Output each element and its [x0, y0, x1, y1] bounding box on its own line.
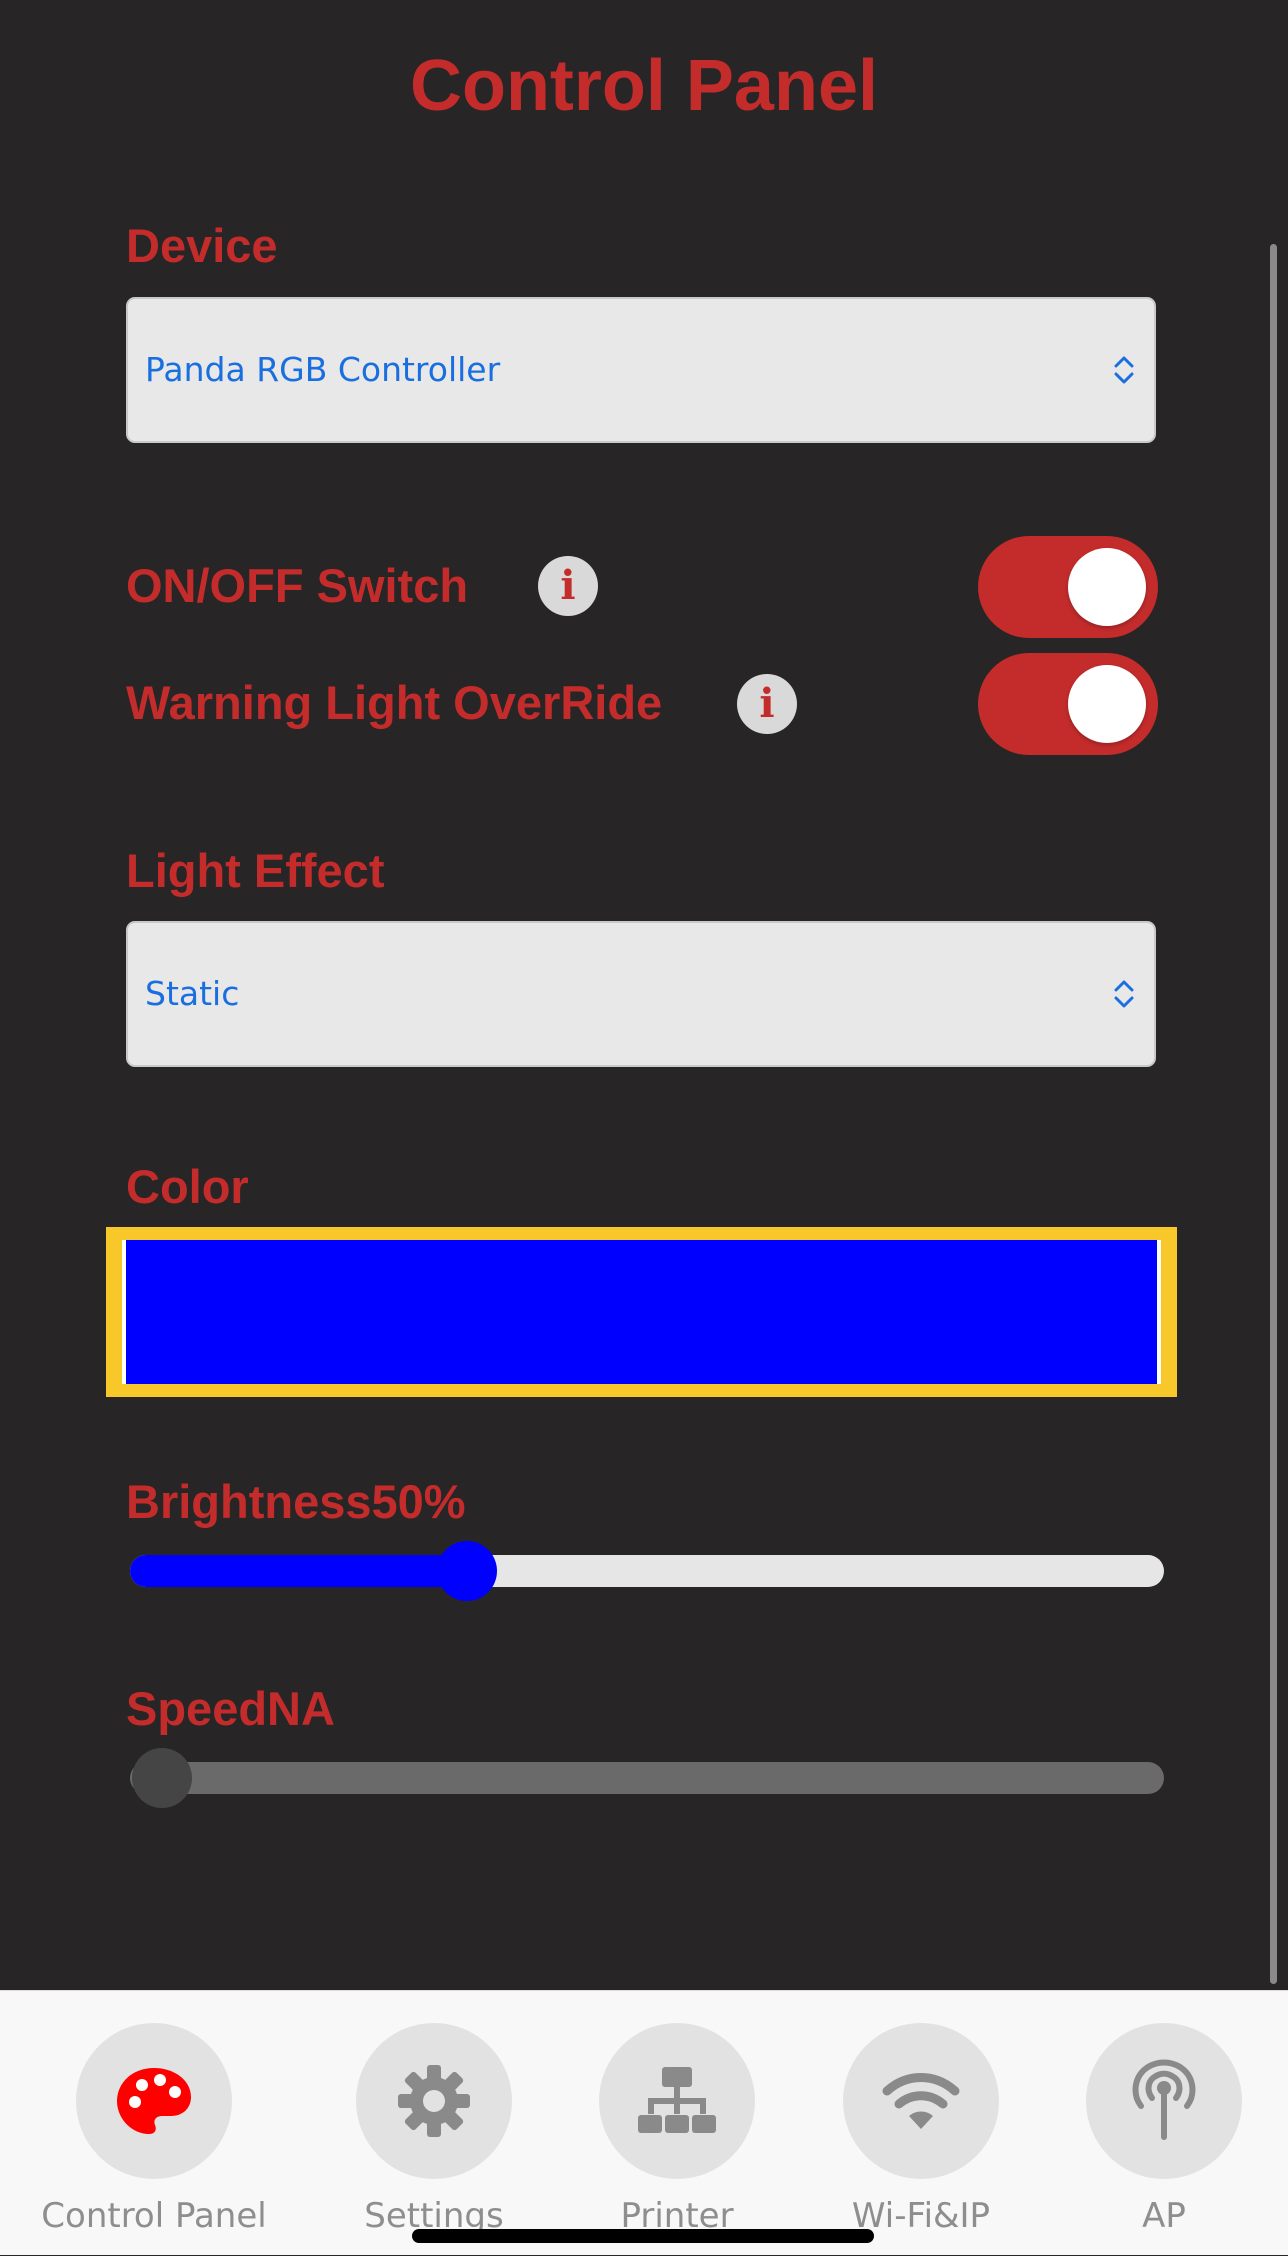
tab-wifi-ip[interactable]: Wi-Fi&IP	[791, 1991, 1051, 2256]
tab-icon-circle	[76, 2023, 232, 2179]
light-effect-select-value: Static	[145, 974, 240, 1013]
tab-printer[interactable]: Printer	[547, 1991, 807, 2256]
brightness-slider-fill	[130, 1555, 477, 1587]
speed-label: SpeedNA	[126, 1682, 335, 1735]
gear-icon	[398, 2065, 470, 2137]
color-picker[interactable]	[106, 1227, 1177, 1397]
tab-icon-circle	[599, 2023, 755, 2179]
home-indicator	[412, 2229, 874, 2243]
control-panel-screen: Control Panel Device Panda RGB Controlle…	[0, 0, 1288, 1990]
color-swatch-frame	[122, 1240, 1161, 1384]
color-swatch	[129, 1240, 1154, 1384]
tab-settings[interactable]: Settings	[304, 1991, 564, 2256]
brightness-slider-thumb[interactable]	[437, 1541, 497, 1601]
tab-ap[interactable]: AP	[1034, 1991, 1288, 2256]
tab-label: AP	[1142, 2196, 1186, 2236]
brightness-slider[interactable]	[130, 1541, 1164, 1601]
speed-slider-thumb[interactable]	[132, 1748, 192, 1808]
toggle-knob	[1068, 548, 1146, 626]
tab-bar: Control Panel Settings Printer Wi-Fi&IP …	[0, 1990, 1288, 2255]
on-off-switch-label: ON/OFF Switch	[126, 559, 469, 612]
speed-slider[interactable]	[130, 1748, 1164, 1808]
tab-icon-circle	[1086, 2023, 1242, 2179]
tab-icon-circle	[356, 2023, 512, 2179]
tab-label: Control Panel	[41, 2196, 267, 2236]
antenna-icon	[1132, 2059, 1196, 2140]
palette-icon	[117, 2068, 191, 2134]
toggle-knob	[1068, 665, 1146, 743]
light-effect-label: Light Effect	[126, 844, 385, 897]
warning-light-label: Warning Light OverRide	[126, 676, 663, 729]
on-off-toggle[interactable]	[978, 536, 1158, 638]
device-label: Device	[126, 219, 278, 272]
brightness-label: Brightness50%	[126, 1475, 466, 1528]
warning-light-toggle[interactable]	[978, 653, 1158, 755]
info-icon[interactable]: i	[737, 674, 797, 734]
tab-icon-circle	[843, 2023, 999, 2179]
device-select[interactable]: Panda RGB Controller	[126, 297, 1156, 443]
device-select-value: Panda RGB Controller	[145, 350, 501, 389]
page-title: Control Panel	[409, 46, 879, 126]
wifi-icon	[882, 2073, 960, 2129]
tab-control-panel[interactable]: Control Panel	[24, 1991, 284, 2256]
light-effect-select[interactable]: Static	[126, 921, 1156, 1067]
scrollbar[interactable]	[1270, 244, 1277, 1984]
chevron-updown-icon	[1114, 356, 1134, 384]
network-icon	[638, 2067, 716, 2133]
info-icon[interactable]: i	[538, 556, 598, 616]
color-label: Color	[126, 1160, 249, 1213]
chevron-updown-icon	[1114, 980, 1134, 1008]
